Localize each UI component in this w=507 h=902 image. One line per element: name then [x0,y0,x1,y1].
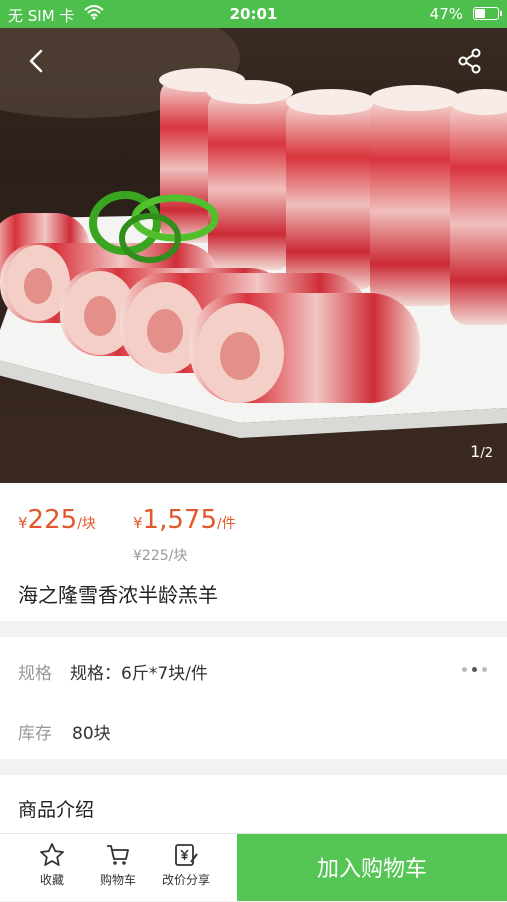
currency-symbol: ¥ [18,514,28,532]
stock-row: 库存 80块 [18,719,111,744]
package-price: ¥1,575/件 [133,505,236,535]
spec-row[interactable]: 规格 规格：6斤*7块/件 [18,659,208,684]
bottom-toolbar: 收藏 购物车 改价分享 加入购物车 [0,833,507,901]
reference-price: ¥225/块 [133,548,188,564]
battery-percent: 47% [429,5,463,23]
spec-label: 规格 [18,664,52,684]
spec-value: 规格：6斤*7块/件 [70,664,208,684]
price-unit: /块 [77,516,96,532]
price-section: ¥225/块 ¥1,575/件 ¥225/块 海之隆雪香浓半龄羔羊 [0,483,507,621]
spec-section[interactable]: 规格 规格：6斤*7块/件 库存 80块 [0,637,507,759]
favorite-button[interactable]: 收藏 [22,840,82,888]
image-pager: 1/2 [470,442,493,461]
intro-section: 商品介绍 [0,775,507,835]
price-amount: 225 [27,505,78,535]
price-amount: 1,575 [142,505,217,535]
unit-price: ¥225/块 [18,505,96,535]
cart-label: 购物车 [99,873,136,887]
back-button[interactable] [22,46,52,76]
currency-symbol: ¥ [133,514,143,532]
lamb-rolls-photo [0,28,507,438]
edit-price-icon [175,844,198,866]
status-bar: 无 SIM 卡 20:01 47% [0,0,507,28]
pager-total: /2 [480,446,493,461]
product-image[interactable]: 1/2 [0,28,507,483]
price-share-button[interactable]: 改价分享 [156,840,216,888]
cart-icon [107,845,129,865]
pager-current: 1 [470,442,481,461]
star-icon [40,843,64,866]
product-title: 海之隆雪香浓半龄羔羊 [18,583,218,607]
share-button[interactable] [455,46,485,76]
favorite-label: 收藏 [39,873,64,887]
back-icon [29,49,43,73]
more-options-icon[interactable] [462,667,487,672]
add-to-cart-button[interactable]: 加入购物车 [237,834,507,901]
cart-button[interactable]: 购物车 [88,840,148,888]
stock-label: 库存 [18,724,52,744]
price-share-label: 改价分享 [161,873,210,887]
share-icon [458,48,481,74]
intro-title: 商品介绍 [18,799,95,821]
battery-icon [473,7,502,20]
stock-value: 80块 [72,724,111,744]
price-unit: /件 [216,516,236,532]
